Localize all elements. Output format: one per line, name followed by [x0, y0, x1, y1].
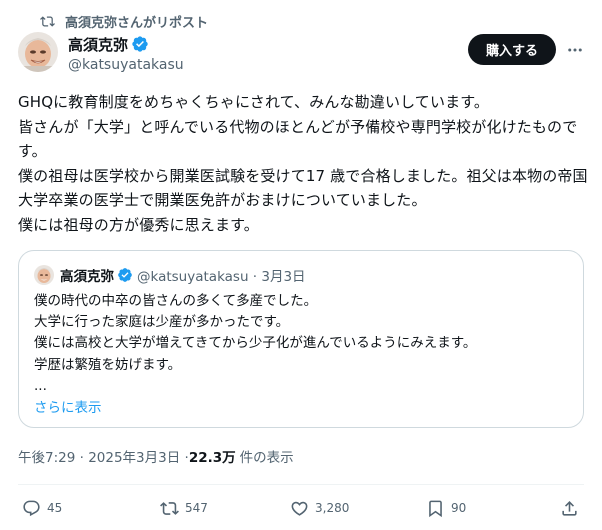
- tweet-text: GHQに教育制度をめちゃくちゃにされて、みんな勘違いしています。 皆さんが「大学…: [18, 93, 588, 234]
- retweet-icon: [160, 501, 179, 515]
- repost-label: 高須克弥さんがリポスト: [65, 15, 209, 31]
- more-horizontal-icon: [568, 48, 582, 52]
- like-count: 3,280: [315, 501, 350, 515]
- share-button[interactable]: [560, 496, 585, 520]
- retweet-button[interactable]: 547: [160, 496, 208, 520]
- verified-badge-icon: [132, 36, 148, 52]
- bookmark-button[interactable]: 90: [426, 496, 466, 520]
- bookmark-icon: [429, 500, 442, 517]
- reply-button[interactable]: 45: [22, 496, 62, 520]
- reply-icon: [23, 500, 40, 516]
- share-icon: [562, 500, 577, 516]
- show-more-link[interactable]: さらに表示: [34, 396, 102, 416]
- verified-badge-icon: [118, 268, 132, 282]
- avatar[interactable]: [18, 32, 58, 72]
- quote-meta: @katsuyatakasu · 3月3日: [137, 269, 306, 285]
- retweet-count: 547: [185, 501, 208, 515]
- quote-header: 高須克弥 @katsuyatakasu · 3月3日: [34, 265, 306, 285]
- quote-text: 僕の時代の中卒の皆さんの多くて多産でした。 大学に行った家庭は少産が多かったです…: [34, 293, 477, 394]
- subscribe-button[interactable]: 購入する: [468, 34, 556, 65]
- like-button[interactable]: 3,280: [290, 496, 349, 520]
- author-handle[interactable]: @katsuyatakasu: [68, 57, 184, 73]
- quote-author-name: 高須克弥: [60, 269, 114, 285]
- bookmark-count: 90: [451, 501, 467, 515]
- reply-count: 45: [47, 501, 63, 515]
- author-name[interactable]: 高須克弥: [68, 34, 128, 55]
- divider: [18, 484, 584, 485]
- more-button[interactable]: [566, 40, 584, 60]
- quote-avatar: [34, 265, 54, 285]
- repost-indicator[interactable]: 高須克弥さんがリポスト: [40, 12, 209, 31]
- author-block: 高須克弥 @katsuyatakasu: [68, 34, 184, 74]
- view-count-suffix: 件の表示: [239, 450, 294, 466]
- repost-icon: [40, 15, 55, 27]
- timestamp[interactable]: 午後7:29 · 2025年3月3日 ·: [18, 446, 189, 466]
- action-bar: 45 547 3,280 90: [0, 496, 602, 520]
- tweet-meta: 午後7:29 · 2025年3月3日 · 22.3万 件の表示: [18, 446, 294, 466]
- heart-icon: [291, 501, 308, 516]
- quoted-tweet[interactable]: 高須克弥 @katsuyatakasu · 3月3日 僕の時代の中卒の皆さんの多…: [18, 250, 584, 428]
- view-count: 22.3万: [188, 450, 236, 466]
